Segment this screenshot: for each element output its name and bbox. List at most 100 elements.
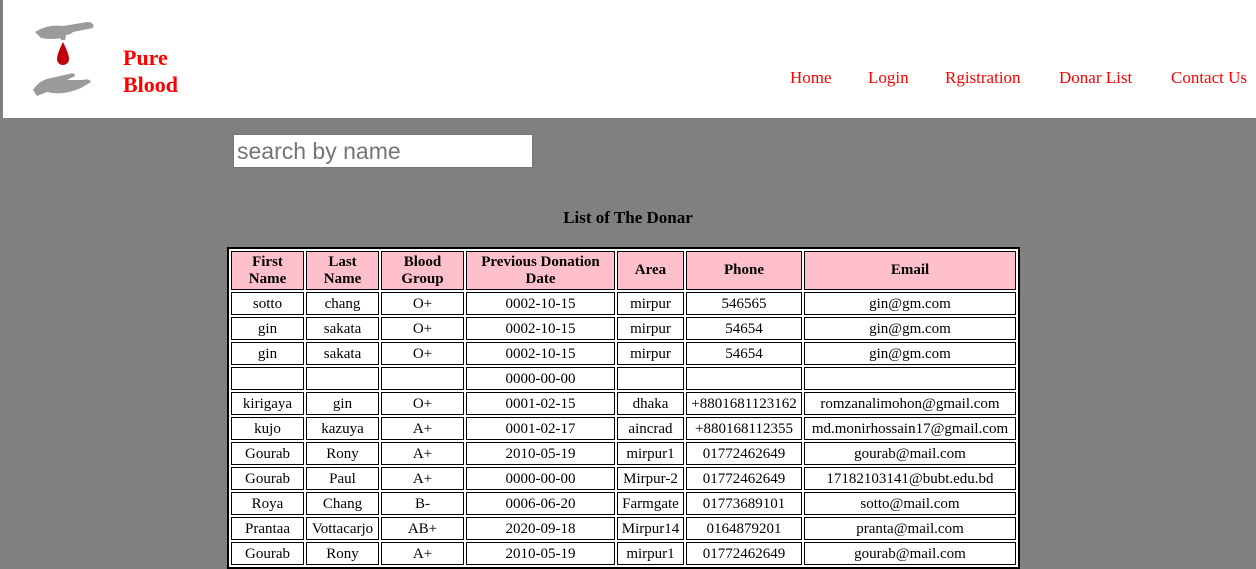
table-row: Prantaa Vottacarjo AB+ 2020-09-18 Mirpur14 01… — [231, 517, 1016, 540]
header-email: Email — [804, 251, 1016, 290]
nav-home-link[interactable]: Home — [790, 68, 832, 88]
donation-date-cell: 2020-09-18 — [466, 517, 615, 540]
email-cell: romzanalimohon@gmail.com — [804, 392, 1016, 415]
header-previous-donation-date: Previous Donation Date — [466, 251, 615, 290]
last-name-cell — [306, 367, 379, 390]
phone-cell: 546565 — [686, 292, 802, 315]
nav-donar-list-link[interactable]: Donar List — [1059, 68, 1132, 88]
donation-date-cell: 0000-00-00 — [466, 467, 615, 490]
site-header: Pure Blood Home Login Rgistration Donar … — [3, 0, 1256, 118]
last-name-cell: Vottacarjo — [306, 517, 379, 540]
table-row: gin sakata O+ 0002-10-15 mirpur 54654 gin@gm.c… — [231, 342, 1016, 365]
area-cell: dhaka — [617, 392, 684, 415]
blood-group-cell: B- — [381, 492, 464, 515]
table-row: Gourab Rony A+ 2010-05-19 mirpur1 01772462649… — [231, 542, 1016, 565]
header-blood-group: Blood Group — [381, 251, 464, 290]
table-row: kujo kazuya A+ 0001-02-17 aincrad +8801681123… — [231, 417, 1016, 440]
header-first-name: First Name — [231, 251, 304, 290]
last-name-cell: Paul — [306, 467, 379, 490]
brand-line-1: Pure — [123, 45, 168, 70]
first-name-cell: kirigaya — [231, 392, 304, 415]
search-input[interactable] — [233, 134, 533, 168]
phone-cell: 0164879201 — [686, 517, 802, 540]
list-title: List of The Donar — [563, 208, 693, 227]
area-cell: Mirpur14 — [617, 517, 684, 540]
table-row: Roya Chang B- 0006-06-20 Farmgate 01773689101… — [231, 492, 1016, 515]
donor-table: First Name Last Name Blood Group Previous D… — [227, 247, 1020, 569]
last-name-cell: Chang — [306, 492, 379, 515]
area-cell: mirpur — [617, 342, 684, 365]
table-row: gin sakata O+ 0002-10-15 mirpur 54654 gin@gm.c… — [231, 317, 1016, 340]
email-cell: gourab@mail.com — [804, 542, 1016, 565]
email-cell — [804, 367, 1016, 390]
email-cell: gin@gm.com — [804, 342, 1016, 365]
blood-group-cell: O+ — [381, 317, 464, 340]
area-cell: mirpur — [617, 317, 684, 340]
blood-group-cell: A+ — [381, 417, 464, 440]
first-name-cell: sotto — [231, 292, 304, 315]
phone-cell: 54654 — [686, 342, 802, 365]
blood-group-cell: O+ — [381, 342, 464, 365]
table-row: Gourab Paul A+ 0000-00-00 Mirpur-2 0177246264… — [231, 467, 1016, 490]
donor-table-body: sotto chang O+ 0002-10-15 mirpur 546565 gin@gm… — [231, 292, 1016, 565]
blood-group-cell: A+ — [381, 442, 464, 465]
last-name-cell: Rony — [306, 442, 379, 465]
table-row: sotto chang O+ 0002-10-15 mirpur 546565 gin@gm… — [231, 292, 1016, 315]
phone-cell: 01772462649 — [686, 442, 802, 465]
first-name-cell: Gourab — [231, 467, 304, 490]
donation-date-cell: 0006-06-20 — [466, 492, 615, 515]
area-cell: mirpur1 — [617, 442, 684, 465]
donation-date-cell: 0001-02-15 — [466, 392, 615, 415]
last-name-cell: Rony — [306, 542, 379, 565]
first-name-cell: gin — [231, 317, 304, 340]
last-name-cell: gin — [306, 392, 379, 415]
phone-cell: 01772462649 — [686, 467, 802, 490]
email-cell: 17182103141@bubt.edu.bd — [804, 467, 1016, 490]
first-name-cell: Gourab — [231, 442, 304, 465]
donation-date-cell: 0000-00-00 — [466, 367, 615, 390]
area-cell: aincrad — [617, 417, 684, 440]
phone-cell: 54654 — [686, 317, 802, 340]
first-name-cell: Roya — [231, 492, 304, 515]
area-cell: Mirpur-2 — [617, 467, 684, 490]
blood-group-cell — [381, 367, 464, 390]
email-cell: md.monirhossain17@gmail.com — [804, 417, 1016, 440]
last-name-cell: chang — [306, 292, 379, 315]
donation-date-cell: 2010-05-19 — [466, 542, 615, 565]
table-row: 0000-00-00 — [231, 367, 1016, 390]
email-cell: gin@gm.com — [804, 317, 1016, 340]
area-cell: mirpur — [617, 292, 684, 315]
phone-cell: +880168112355 — [686, 417, 802, 440]
email-cell: pranta@mail.com — [804, 517, 1016, 540]
last-name-cell: sakata — [306, 317, 379, 340]
blood-group-cell: A+ — [381, 542, 464, 565]
first-name-cell: kujo — [231, 417, 304, 440]
first-name-cell: Gourab — [231, 542, 304, 565]
email-cell: gourab@mail.com — [804, 442, 1016, 465]
table-header-row: First Name Last Name Blood Group Previous D… — [231, 251, 1016, 290]
table-row: Gourab Rony A+ 2010-05-19 mirpur1 01772462649… — [231, 442, 1016, 465]
phone-cell: 01773689101 — [686, 492, 802, 515]
nav-contact-us-link[interactable]: Contact Us — [1171, 68, 1247, 88]
nav-registration-link[interactable]: Rgistration — [945, 68, 1021, 88]
phone-cell — [686, 367, 802, 390]
blood-group-cell: AB+ — [381, 517, 464, 540]
email-cell: sotto@mail.com — [804, 492, 1016, 515]
email-cell: gin@gm.com — [804, 292, 1016, 315]
area-cell — [617, 367, 684, 390]
first-name-cell: gin — [231, 342, 304, 365]
blood-group-cell: O+ — [381, 392, 464, 415]
donation-date-cell: 0001-02-17 — [466, 417, 615, 440]
blood-group-cell: A+ — [381, 467, 464, 490]
header-last-name: Last Name — [306, 251, 379, 290]
first-name-cell: Prantaa — [231, 517, 304, 540]
donation-date-cell: 0002-10-15 — [466, 292, 615, 315]
nav-login-link[interactable]: Login — [868, 68, 909, 88]
header-phone: Phone — [686, 251, 802, 290]
donation-date-cell: 2010-05-19 — [466, 442, 615, 465]
area-cell: mirpur1 — [617, 542, 684, 565]
blood-group-cell: O+ — [381, 292, 464, 315]
area-cell: Farmgate — [617, 492, 684, 515]
header-area: Area — [617, 251, 684, 290]
last-name-cell: sakata — [306, 342, 379, 365]
